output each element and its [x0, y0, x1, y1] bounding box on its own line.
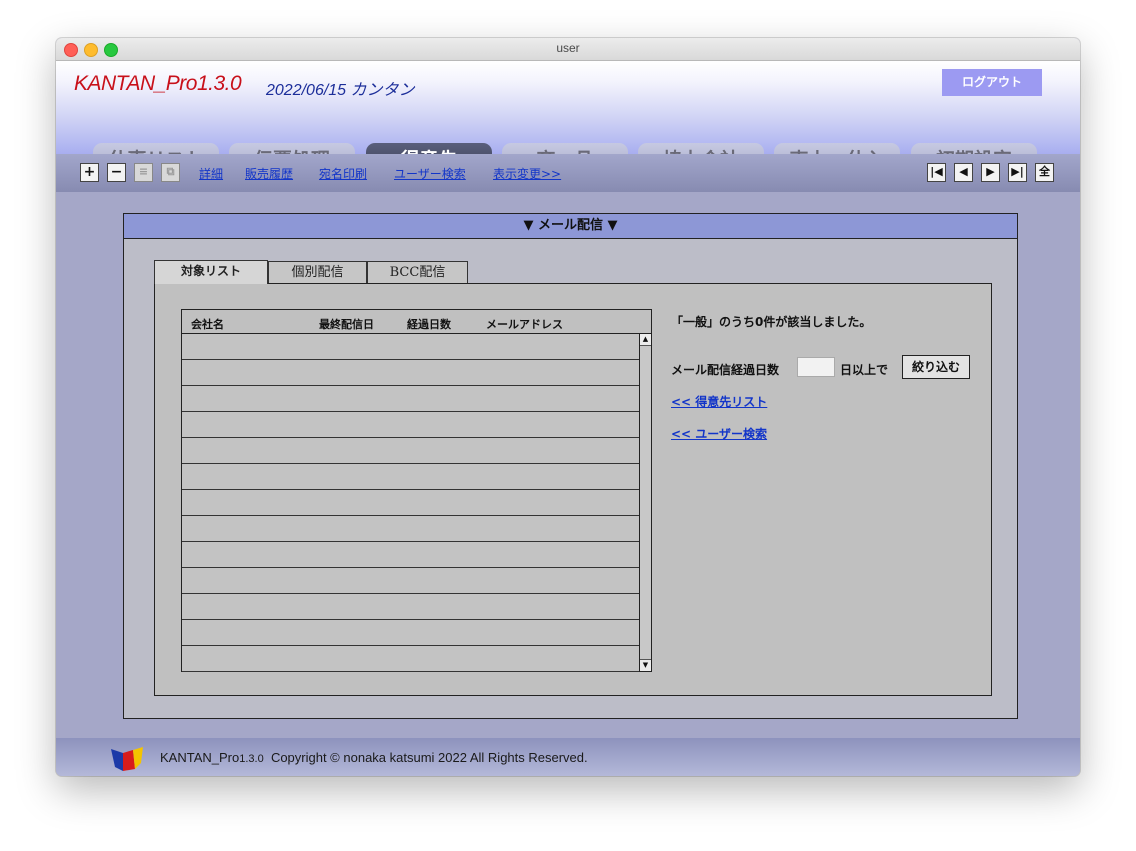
footer-copyright-line: KANTAN_Pro1.3.0 Copyright © nonaka katsu…	[160, 750, 588, 765]
list-row[interactable]	[182, 438, 639, 464]
link-user-search[interactable]: ユーザー検索	[394, 165, 466, 182]
app-header: KANTAN_Pro1.3.0 2022/06/15 カンタン ログアウト 仕事…	[56, 61, 1080, 177]
link-details[interactable]: 詳細	[199, 165, 223, 182]
filter-label: メール配信経過日数	[671, 363, 780, 377]
link-address-print[interactable]: 宛名印刷	[319, 165, 367, 182]
tab-body: 会社名 最終配信日 経過日数 メールアドレス ▲ ▼ 「一般」のうち0件が該当し…	[154, 283, 992, 696]
list-icon[interactable]: ≡	[134, 163, 153, 182]
app-date: 2022/06/15 カンタン	[266, 82, 415, 99]
tab-bcc-delivery[interactable]: BCC配信	[367, 261, 468, 283]
footer-version: 1.3.0	[239, 753, 264, 765]
link-display-change[interactable]: 表示変更>>	[493, 165, 561, 182]
logout-button[interactable]: ログアウト	[942, 69, 1042, 96]
column-elapsed-days[interactable]: 経過日数	[407, 316, 451, 332]
minus-icon[interactable]: −	[107, 163, 126, 182]
list-row[interactable]	[182, 386, 639, 412]
column-company-name[interactable]: 会社名	[191, 316, 224, 332]
filter-area: 「一般」のうち0件が該当しました。 メール配信経過日数 日以上で 絞り込む <<…	[671, 284, 981, 684]
app-footer: KANTAN_Pro1.3.0 Copyright © nonaka katsu…	[56, 738, 1080, 776]
link-sales-history[interactable]: 販売履歴	[245, 165, 293, 182]
app-logo-icon	[111, 747, 143, 771]
link-user-search-side[interactable]: << ユーザー検索	[671, 425, 767, 442]
mail-delivery-panel: ▼ メール配信 ▼ 対象リスト 個別配信 BCC配信 会社名 最終配信日 経過日…	[123, 213, 1018, 719]
copy-icon[interactable]: ⧉	[161, 163, 180, 182]
list-row[interactable]	[182, 464, 639, 490]
scroll-down-icon[interactable]: ▼	[640, 659, 651, 671]
list-scrollbar[interactable]: ▲ ▼	[639, 334, 651, 671]
plus-icon[interactable]: +	[80, 163, 99, 182]
tab-individual-delivery[interactable]: 個別配信	[268, 261, 367, 283]
target-list: 会社名 最終配信日 経過日数 メールアドレス ▲ ▼	[181, 309, 652, 672]
link-customer-list[interactable]: << 得意先リスト	[671, 393, 767, 410]
filter-button[interactable]: 絞り込む	[902, 355, 970, 379]
list-rows	[182, 334, 639, 672]
footer-app-name: KANTAN_Pro	[160, 750, 240, 765]
filter-suffix: 日以上で	[840, 363, 889, 377]
column-last-sent-date[interactable]: 最終配信日	[319, 316, 374, 332]
window-title: user	[556, 41, 580, 55]
all-records-icon[interactable]: 全	[1035, 163, 1054, 182]
list-row[interactable]	[182, 412, 639, 438]
elapsed-days-input[interactable]	[797, 357, 835, 377]
scroll-up-icon[interactable]: ▲	[640, 334, 651, 346]
app-window: user KANTAN_Pro1.3.0 2022/06/15 カンタン ログア…	[56, 38, 1080, 776]
app-name: KANTAN_Pro1.3.0	[74, 72, 242, 95]
list-row[interactable]	[182, 360, 639, 386]
list-row[interactable]	[182, 568, 639, 594]
column-email-address[interactable]: メールアドレス	[486, 316, 563, 332]
tab-target-list[interactable]: 対象リスト	[154, 260, 268, 284]
last-record-icon[interactable]: ▶|	[1008, 163, 1027, 182]
footer-copyright: Copyright © nonaka katsumi 2022 All Righ…	[270, 750, 588, 765]
content-area: ▼ メール配信 ▼ 対象リスト 個別配信 BCC配信 会社名 最終配信日 経過日…	[56, 192, 1080, 738]
list-row[interactable]	[182, 646, 639, 672]
toolbar: + − ≡ ⧉ 詳細 販売履歴 宛名印刷 ユーザー検索 表示変更>> |◀ ◀ …	[56, 154, 1080, 192]
prev-record-icon[interactable]: ◀	[954, 163, 973, 182]
window-titlebar: user	[56, 38, 1080, 61]
result-text: 「一般」のうち0件が該当しました。	[671, 315, 872, 329]
list-row[interactable]	[182, 620, 639, 646]
next-record-icon[interactable]: ▶	[981, 163, 1000, 182]
list-row[interactable]	[182, 542, 639, 568]
list-row[interactable]	[182, 334, 639, 360]
list-header: 会社名 最終配信日 経過日数 メールアドレス	[182, 310, 651, 334]
list-row[interactable]	[182, 516, 639, 542]
list-row[interactable]	[182, 490, 639, 516]
first-record-icon[interactable]: |◀	[927, 163, 946, 182]
list-row[interactable]	[182, 594, 639, 620]
panel-title: ▼ メール配信 ▼	[124, 214, 1017, 239]
